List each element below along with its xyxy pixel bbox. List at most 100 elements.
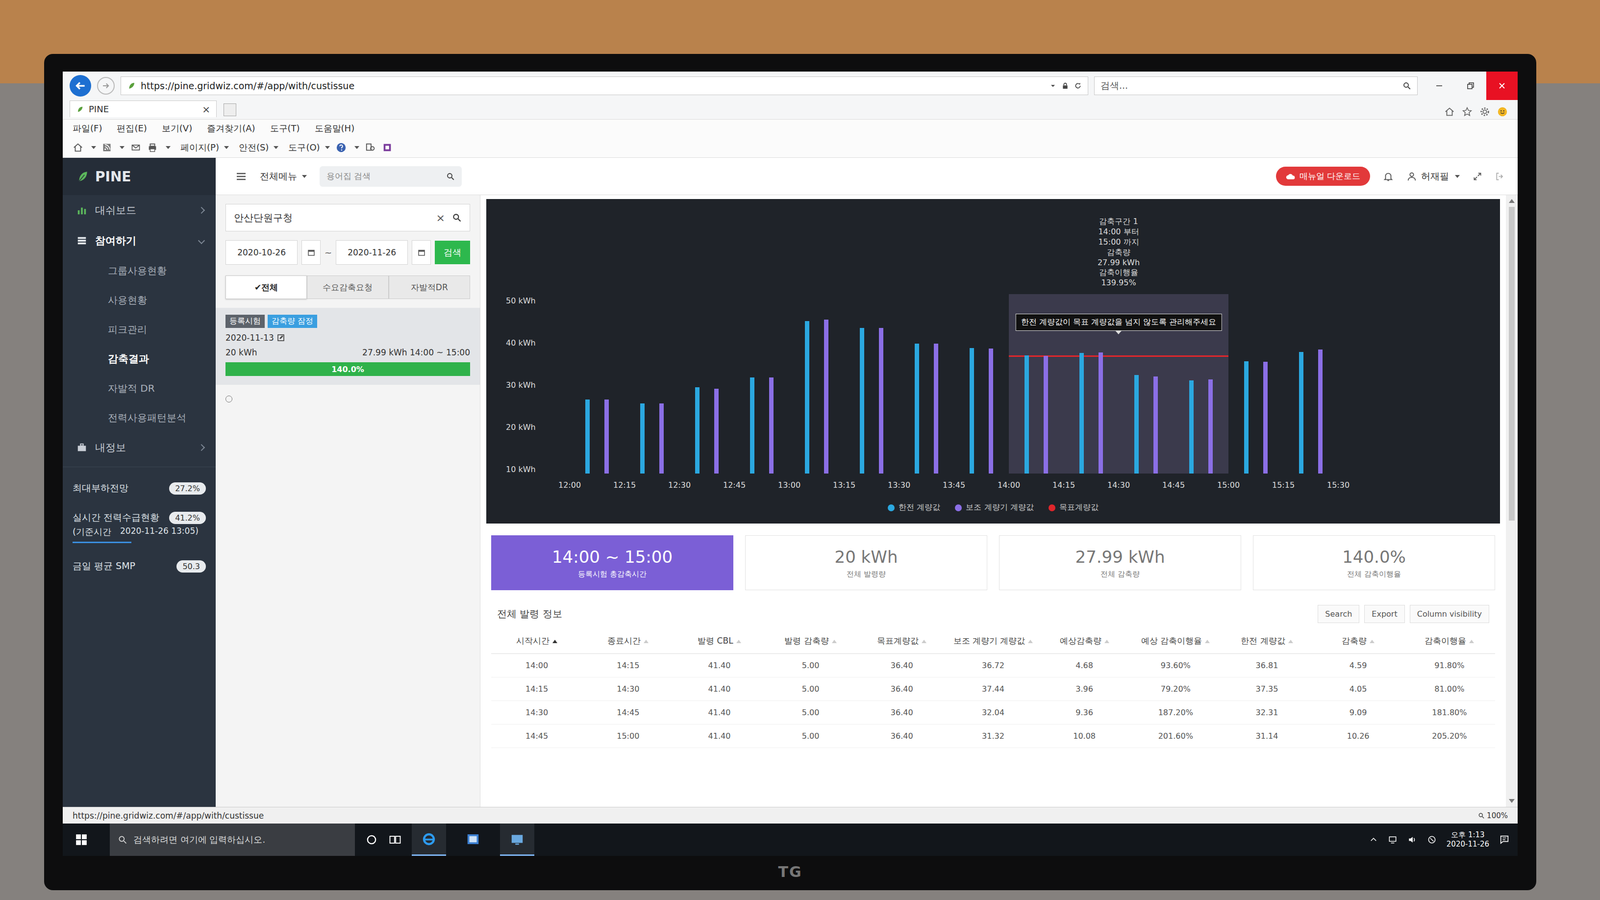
- clock[interactable]: 오후 1:132020-11-26: [1446, 830, 1490, 850]
- bell-icon[interactable]: [1382, 171, 1394, 182]
- app-taskbar-button[interactable]: [500, 823, 535, 856]
- column-header[interactable]: 보조 계량기 계량값: [947, 628, 1039, 654]
- menu-item[interactable]: 파일(F): [72, 122, 102, 135]
- forward-button[interactable]: [97, 76, 115, 95]
- scroll-down-icon[interactable]: [1508, 799, 1515, 803]
- home-icon[interactable]: [72, 142, 84, 153]
- hamburger-icon[interactable]: [235, 170, 248, 183]
- menu-item[interactable]: 보기(V): [161, 122, 193, 135]
- browser-tab[interactable]: PINE×: [69, 100, 217, 118]
- filter-tab[interactable]: 자발적DR: [388, 275, 471, 300]
- research-icon[interactable]: [365, 142, 376, 153]
- tab-close-button[interactable]: ×: [201, 103, 211, 116]
- bar[interactable]: [1318, 349, 1323, 474]
- edit-icon[interactable]: [276, 333, 285, 342]
- clear-button[interactable]: ×: [436, 211, 446, 225]
- bar[interactable]: [1189, 380, 1194, 474]
- caret-icon[interactable]: [91, 146, 97, 150]
- security-icon[interactable]: [1426, 834, 1437, 845]
- radio-mark[interactable]: [225, 395, 233, 403]
- legend-item[interactable]: 보조 계량기 계량값: [954, 502, 1034, 513]
- sidebar-item[interactable]: 그룹사용현황: [62, 255, 216, 286]
- menu-item[interactable]: 즐겨찾기(A): [206, 122, 255, 135]
- logo[interactable]: PINE: [62, 157, 216, 196]
- reduction-window-highlight[interactable]: 감축구간 114:00 부터15:00 까지감축량27.99 kWh감축이행율1…: [1008, 294, 1229, 474]
- bar[interactable]: [824, 319, 829, 474]
- ie-taskbar-button[interactable]: [411, 823, 447, 856]
- bar[interactable]: [1079, 352, 1084, 474]
- table-row[interactable]: 14:1514:3041.405.0036.4037.443.9679.20%3…: [491, 677, 1496, 701]
- command-menu[interactable]: 도구(O): [288, 141, 330, 154]
- bar[interactable]: [659, 403, 664, 474]
- gear-icon[interactable]: [1479, 106, 1491, 118]
- tray-chevron-icon[interactable]: [1369, 835, 1378, 845]
- close-button[interactable]: [1486, 71, 1518, 100]
- command-menu[interactable]: 안전(S): [238, 141, 279, 154]
- bar[interactable]: [878, 327, 884, 474]
- search-icon[interactable]: [1402, 81, 1412, 91]
- table-button[interactable]: Column visibility: [1409, 604, 1490, 624]
- column-header[interactable]: 종료시간: [582, 628, 674, 654]
- date-from-field[interactable]: 2020-10-26: [225, 240, 298, 265]
- dropdown-icon[interactable]: [1049, 82, 1057, 90]
- bar[interactable]: [1299, 351, 1304, 474]
- home-icon[interactable]: [1444, 106, 1455, 118]
- legend-item[interactable]: 목표계량값: [1048, 502, 1099, 513]
- bar[interactable]: [1098, 352, 1103, 474]
- bar[interactable]: [1024, 355, 1029, 474]
- bar[interactable]: [988, 348, 994, 474]
- scrollbar[interactable]: [1505, 195, 1518, 807]
- caret-icon[interactable]: [354, 146, 360, 150]
- table-row[interactable]: 14:4515:0041.405.0036.4031.3210.08201.60…: [491, 724, 1496, 749]
- sidebar-item[interactable]: 피크관리: [62, 314, 216, 345]
- zoom-level[interactable]: 100%: [1477, 811, 1508, 821]
- smiley-icon[interactable]: [1497, 106, 1508, 118]
- task-view-icon[interactable]: [388, 832, 402, 847]
- bar[interactable]: [969, 348, 975, 475]
- column-header[interactable]: 감축이행율: [1403, 628, 1496, 654]
- date-to-field[interactable]: 2020-11-26: [335, 240, 408, 265]
- table-button[interactable]: Search: [1317, 604, 1360, 624]
- sidebar-item[interactable]: 참여하기: [62, 225, 216, 256]
- volume-icon[interactable]: [1407, 834, 1418, 845]
- column-header[interactable]: 발령 감축량: [765, 628, 857, 654]
- site-search-field[interactable]: 안산단원구청×: [225, 203, 471, 232]
- print-icon[interactable]: [147, 142, 158, 153]
- bar[interactable]: [1244, 361, 1249, 475]
- column-header[interactable]: 목표계량값: [856, 628, 948, 654]
- column-header[interactable]: 예상 감축이행율: [1129, 628, 1222, 654]
- glossary-search-field[interactable]: 용어집 검색: [319, 166, 462, 187]
- manual-download-button[interactable]: 매뉴얼 다운로드: [1275, 166, 1371, 186]
- back-button[interactable]: [69, 75, 92, 97]
- start-button[interactable]: [62, 823, 100, 856]
- restore-button[interactable]: [1454, 71, 1487, 100]
- command-menu[interactable]: 페이지(P): [180, 141, 229, 154]
- network-icon[interactable]: [1387, 834, 1398, 845]
- bar[interactable]: [1263, 361, 1268, 474]
- table-button[interactable]: Export: [1364, 604, 1405, 624]
- new-tab-button[interactable]: [223, 103, 237, 117]
- sidebar-item[interactable]: 내정보: [62, 432, 216, 463]
- bar[interactable]: [769, 377, 774, 474]
- table-row[interactable]: 14:3014:4541.405.0036.4032.049.36187.20%…: [491, 700, 1496, 725]
- table-row[interactable]: 14:0014:1541.405.0036.4036.724.6893.60%3…: [491, 653, 1496, 678]
- star-icon[interactable]: [1461, 106, 1473, 118]
- mail-icon[interactable]: [130, 142, 142, 153]
- taskbar-search[interactable]: 검색하려면 여기에 입력하십시오.: [109, 823, 355, 856]
- bar[interactable]: [933, 343, 939, 475]
- bar[interactable]: [1208, 379, 1213, 474]
- bar[interactable]: [714, 388, 719, 474]
- sidebar-item[interactable]: 자발적 DR: [62, 373, 216, 403]
- onenote-icon[interactable]: [381, 142, 393, 153]
- column-header[interactable]: 발령 CBL: [673, 628, 765, 654]
- sidebar-item[interactable]: 대쉬보드: [62, 195, 216, 226]
- refresh-icon[interactable]: [1074, 81, 1082, 90]
- scroll-thumb[interactable]: [1508, 206, 1515, 521]
- calendar-button[interactable]: [301, 240, 321, 265]
- menu-item[interactable]: 도구(T): [270, 122, 300, 135]
- logout-icon[interactable]: [1495, 171, 1505, 182]
- bar[interactable]: [859, 327, 865, 474]
- search-icon[interactable]: [446, 172, 455, 181]
- sidebar-item[interactable]: 전력사용패턴분석: [62, 402, 216, 433]
- bar[interactable]: [1043, 355, 1049, 474]
